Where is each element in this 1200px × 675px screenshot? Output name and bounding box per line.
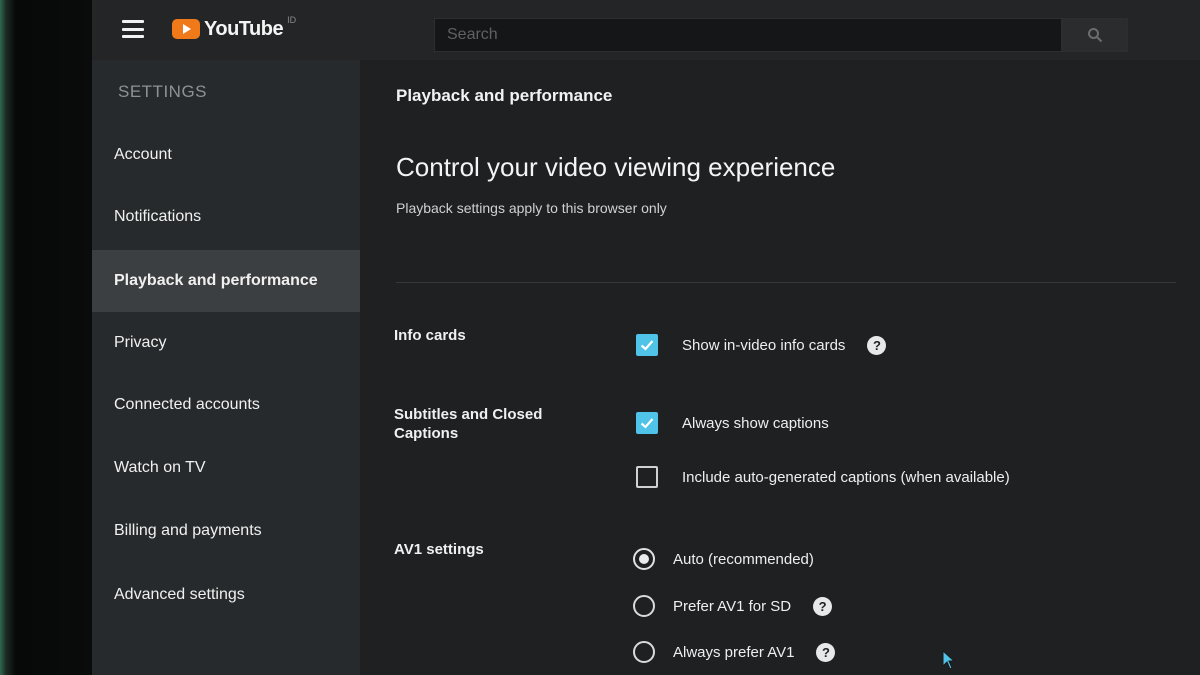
captions-label: Subtitles and Closed Captions bbox=[394, 406, 543, 442]
play-logo-icon bbox=[172, 19, 200, 39]
search-button[interactable] bbox=[1062, 18, 1128, 52]
sidebar-item-connected-accounts[interactable]: Connected accounts bbox=[92, 374, 360, 436]
sidebar-item-notifications[interactable]: Notifications bbox=[92, 186, 360, 248]
search-input[interactable] bbox=[435, 26, 1061, 44]
menu-icon[interactable] bbox=[122, 20, 144, 38]
info-cards-option-label: Show in-video info cards bbox=[682, 336, 846, 354]
mouse-cursor-icon bbox=[942, 650, 956, 670]
sidebar-item-advanced[interactable]: Advanced settings bbox=[92, 564, 360, 626]
divider bbox=[396, 282, 1176, 283]
section-headline: Control your video viewing experience bbox=[396, 152, 836, 182]
search-icon bbox=[1088, 28, 1103, 43]
sidebar-heading: SETTINGS bbox=[118, 82, 208, 101]
av1-option-prefer-sd[interactable]: Prefer AV1 for SD ? bbox=[633, 595, 833, 617]
av1-auto-label: Auto (recommended) bbox=[673, 550, 814, 568]
always-captions-label: Always show captions bbox=[682, 414, 829, 432]
captions-option-always[interactable]: Always show captions bbox=[636, 412, 829, 434]
sidebar-item-privacy[interactable]: Privacy bbox=[92, 312, 360, 374]
section-description: Playback settings apply to this browser … bbox=[396, 200, 667, 216]
sidebar-item-account[interactable]: Account bbox=[92, 124, 360, 186]
info-cards-option[interactable]: Show in-video info cards ? bbox=[636, 334, 887, 356]
av1-always-label: Always prefer AV1 bbox=[673, 643, 795, 661]
sidebar-item-billing[interactable]: Billing and payments bbox=[92, 500, 360, 562]
auto-captions-label: Include auto-generated captions (when av… bbox=[682, 468, 1010, 486]
av1-option-auto[interactable]: Auto (recommended) bbox=[633, 548, 814, 570]
captions-option-auto[interactable]: Include auto-generated captions (when av… bbox=[636, 466, 1010, 488]
youtube-settings-window: YouTube ID SETTINGS Account Notification… bbox=[92, 0, 1200, 675]
av1-always-radio[interactable] bbox=[633, 641, 655, 663]
av1-label: AV1 settings bbox=[394, 541, 484, 558]
always-captions-checkbox[interactable] bbox=[636, 412, 658, 434]
settings-content: Playback and performance Control your vi… bbox=[360, 60, 1200, 675]
av1-auto-radio[interactable] bbox=[633, 548, 655, 570]
page-title: Playback and performance bbox=[396, 86, 613, 105]
youtube-logo[interactable]: YouTube ID bbox=[172, 15, 297, 41]
logo-text: YouTube bbox=[204, 17, 284, 40]
monitor-bezel bbox=[0, 0, 92, 675]
av1-option-always[interactable]: Always prefer AV1 ? bbox=[633, 641, 836, 663]
logo-region-code: ID bbox=[287, 15, 297, 25]
search-box bbox=[434, 18, 1062, 52]
info-cards-help-icon[interactable]: ? bbox=[867, 335, 887, 355]
av1-prefer-sd-label: Prefer AV1 for SD bbox=[673, 597, 792, 615]
masthead: YouTube ID bbox=[92, 0, 1200, 60]
auto-captions-checkbox[interactable] bbox=[636, 466, 658, 488]
settings-sidebar: SETTINGS Account Notifications Playback … bbox=[92, 60, 360, 675]
sidebar-item-playback[interactable]: Playback and performance bbox=[92, 250, 360, 312]
av1-prefer-sd-radio[interactable] bbox=[633, 595, 655, 617]
info-cards-checkbox[interactable] bbox=[636, 334, 658, 356]
sidebar-item-watch-on-tv[interactable]: Watch on TV bbox=[92, 437, 360, 499]
checkmark-icon bbox=[640, 340, 654, 351]
av1-always-help-icon[interactable]: ? bbox=[816, 642, 836, 662]
av1-prefer-sd-help-icon[interactable]: ? bbox=[813, 596, 833, 616]
info-cards-label: Info cards bbox=[394, 327, 466, 344]
checkmark-icon bbox=[640, 418, 654, 429]
